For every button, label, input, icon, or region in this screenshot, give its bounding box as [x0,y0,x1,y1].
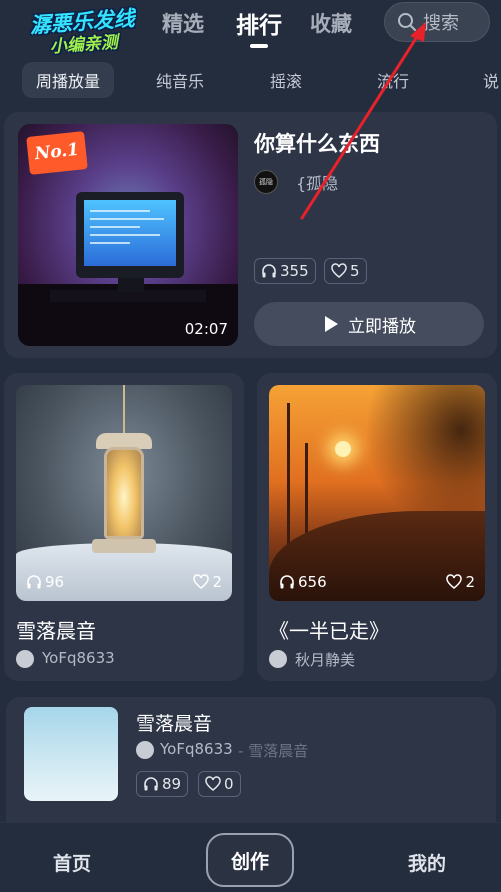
track-album: - 雪落晨音 [238,742,309,760]
cover-monitor [76,192,184,278]
rank-badge: No.1 [26,131,88,175]
play-count: 89 [136,771,189,797]
user-avatar[interactable] [269,650,287,668]
play-icon [325,316,338,332]
cover-lantern-base [92,539,156,553]
user-avatar[interactable] [16,650,34,668]
track-title[interactable]: 雪落晨音 [136,709,212,736]
track-cover-image[interactable]: 656 2 [269,385,485,601]
like-count-value: 0 [224,775,234,793]
like-count-value: 2 [465,573,475,591]
cover-sun [335,441,351,457]
cover-screen [84,200,176,266]
track-card[interactable]: 656 2 《一半已走》 秋月静美 [257,373,497,681]
headphones-icon [262,264,276,278]
track-author[interactable]: YoFq8633 [42,649,115,667]
create-button[interactable]: 创作 [206,833,294,887]
like-count[interactable]: 5 [324,258,367,284]
bottom-navigation: 首页 创作 我的 [0,822,501,892]
featured-artist-name[interactable]: {孤隐 [296,170,338,194]
screen-line [90,242,130,244]
play-count-value: 656 [298,573,327,591]
tab-favorites[interactable]: 收藏 [310,8,352,38]
like-count[interactable]: 2 [446,573,475,591]
heart-icon [205,776,221,791]
subtab-more[interactable]: 说 [483,68,499,92]
track-author[interactable]: 秋月静美 [295,649,355,670]
search-placeholder: 搜索 [423,13,459,34]
heart-icon [331,263,347,278]
subtab-weekly-plays[interactable]: 周播放量 [22,62,115,98]
cover-monitor-stand [118,278,144,292]
create-label: 创作 [230,850,269,873]
track-title[interactable]: 《一半已走》 [269,615,389,644]
play-now-button[interactable]: 立即播放 [254,302,484,346]
track-card[interactable]: 96 2 雪落晨音 YoFq8633 [4,373,244,681]
play-count: 355 [254,258,316,284]
tab-ranking[interactable]: 排行 [236,6,282,40]
like-count[interactable]: 0 [198,771,241,797]
cover-lantern-string [123,385,125,433]
track-title[interactable]: 雪落晨音 [16,615,96,644]
screen-line [90,218,164,220]
track-album-name: 雪落晨音 [248,742,309,760]
user-avatar[interactable] [136,741,154,759]
play-count: 656 [279,573,327,591]
search-icon [398,13,416,31]
play-count-value: 355 [280,262,309,280]
watermark: 潺悪乐发线 小编亲测 [13,5,154,61]
like-count[interactable]: 2 [193,573,222,591]
headphones-icon [144,777,158,791]
heart-icon [193,574,210,589]
screen-line [90,210,150,212]
play-count: 96 [26,573,64,591]
track-author[interactable]: YoFq8633 [160,740,233,758]
play-now-label: 立即播放 [348,316,416,337]
artist-avatar[interactable]: 孤隐 [254,170,278,194]
headphones-icon [280,575,294,589]
subtab-pure-music[interactable]: 纯音乐 [156,68,204,92]
nav-home[interactable]: 首页 [53,849,91,876]
headphones-icon [27,575,41,589]
track-cover-image[interactable] [24,707,118,801]
track-list-item[interactable]: 雪落晨音 YoFq8633 - 雪落晨音 89 0 [6,697,496,837]
featured-track-card[interactable]: No.1 02:07 你算什么东西 孤隐 {孤隐 355 5 立即播放 [4,112,497,358]
category-tabs: 周播放量 纯音乐 摇滚 流行 说 [0,58,501,100]
track-duration: 02:07 [184,320,228,338]
like-count-value: 2 [212,573,222,591]
play-count-value: 96 [45,573,65,591]
featured-cover-image[interactable]: No.1 02:07 [18,124,238,346]
play-count-value: 89 [162,775,182,793]
subtab-rock[interactable]: 摇滚 [270,68,302,92]
screen-line [90,226,140,228]
subtab-pop[interactable]: 流行 [377,68,409,92]
tab-featured[interactable]: 精选 [162,8,204,38]
featured-track-title[interactable]: 你算什么东西 [254,128,380,158]
cover-lantern [104,447,144,539]
screen-line [90,234,160,236]
like-count-value: 5 [350,262,360,280]
heart-icon [446,574,463,589]
track-cover-image[interactable]: 96 2 [16,385,232,601]
cover-pole [287,403,290,553]
search-box[interactable]: 搜索 [384,2,490,42]
active-tab-indicator [250,44,268,48]
nav-mine[interactable]: 我的 [408,849,446,876]
